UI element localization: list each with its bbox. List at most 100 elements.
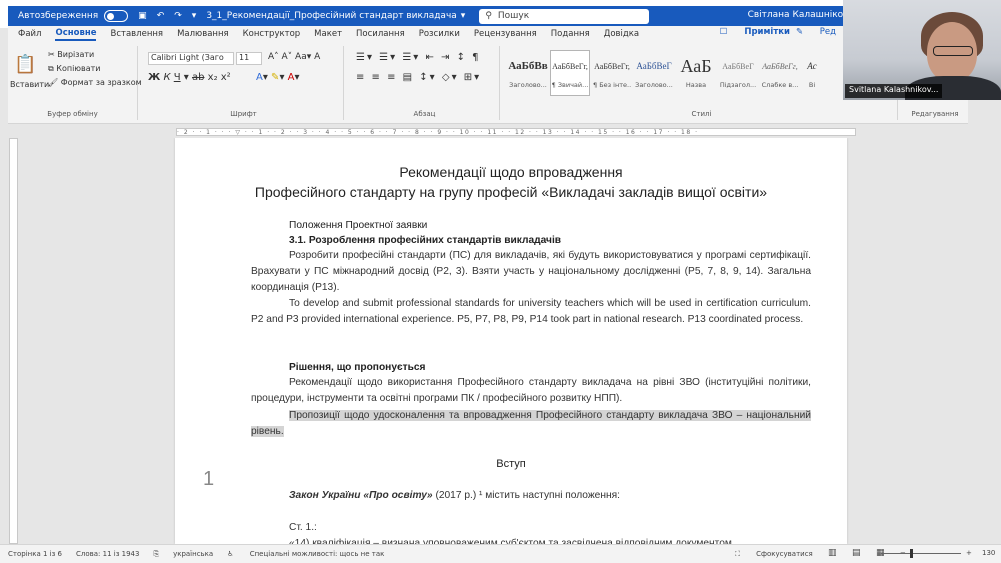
tab-references[interactable]: Посилання — [356, 29, 405, 39]
read-mode-icon[interactable]: ▥ — [828, 548, 837, 558]
redo-icon[interactable]: ↷ — [174, 11, 182, 21]
style-sample: АаБбВеГг, — [762, 61, 798, 71]
horizontal-ruler-bar[interactable]: · 2 · · 1 · · · ▽ · · 1 · · 2 · · 3 · · … — [176, 128, 856, 136]
print-layout-icon[interactable]: ▤ — [852, 548, 861, 558]
section-heading: Положення Проектної заявки — [289, 220, 428, 231]
focus-button[interactable]: ⛶ Сфокусуватися — [735, 550, 827, 559]
tab-home[interactable]: Основне — [55, 28, 97, 41]
vertical-ruler-bar[interactable] — [9, 138, 18, 544]
paragraph-ua: Розробити професійні стандарти (ПС) для … — [251, 248, 811, 296]
solution-paragraph-1: Рекомендації щодо використання Професійн… — [251, 375, 811, 407]
tab-file[interactable]: Файл — [18, 29, 41, 39]
style-sample: АаБбВеГ — [636, 61, 672, 71]
tab-review[interactable]: Рецензування — [474, 29, 537, 39]
scissors-icon: ✂ — [48, 50, 58, 59]
font-size-select[interactable]: 11 — [236, 52, 262, 65]
document-canvas[interactable]: Рекомендації щодо впровадження Професійн… — [20, 138, 968, 544]
zoom-slider[interactable] — [881, 553, 961, 554]
undo-icon[interactable]: ↶ — [157, 11, 165, 21]
subsection-heading: 3.1. Розроблення професійних стандартів … — [289, 235, 562, 246]
zoom-in-icon[interactable]: + — [966, 549, 972, 557]
style-sample: АаБ — [680, 55, 712, 76]
document-page[interactable]: Рекомендації щодо впровадження Професійн… — [175, 138, 847, 544]
save-icon[interactable]: ▣ — [138, 11, 147, 21]
style-title-item[interactable]: АаБ Назва — [676, 50, 716, 96]
style-subtle-emphasis-item[interactable]: АаБбВеГг, Слабке в... — [760, 50, 800, 96]
paragraph-group: ☰▾ ☰▾ ☰▾ ⇤ ⇥ ↕ ¶ ≡ ≡ ≡ ▤ ↕▾ ◇▾ ⊞▾ Абзац — [350, 46, 500, 120]
qat-more-icon[interactable]: ▾ — [192, 11, 197, 21]
font-name-select[interactable]: Calibri Light (Заго — [148, 52, 234, 65]
comment-icon: ☐ — [719, 27, 731, 37]
cut-label: Вирізати — [57, 50, 95, 59]
style-sample: АаБбВв — [508, 60, 548, 72]
comments-button[interactable]: ☐ Примітки — [720, 27, 804, 37]
style-name: Заголово... — [635, 81, 673, 89]
document-title-line2: Професійного стандарту на групу професій… — [254, 184, 768, 200]
language-indicator[interactable]: українська — [173, 550, 213, 558]
format-painter-button[interactable]: 🖌 Формат за зразком — [48, 78, 142, 87]
paragraph-ua-text: Розробити професійні стандарти (ПС) для … — [251, 250, 811, 293]
tab-help[interactable]: Довідка — [604, 29, 639, 39]
focus-label: Сфокусуватися — [756, 550, 813, 558]
selected-text[interactable]: Пропозиції щодо удосконалення та впровад… — [251, 410, 811, 437]
cut-button[interactable]: ✂ Вирізати — [48, 50, 94, 59]
tab-draw[interactable]: Малювання — [177, 29, 229, 39]
user-name[interactable]: Світлана Калашнікова — [748, 10, 854, 20]
editing-label: Ред — [819, 27, 836, 37]
search-box[interactable]: ⚲ Пошук — [479, 8, 650, 24]
document-title[interactable]: 3_1_Рекомендації_Професійний стандарт ви… — [206, 11, 456, 21]
alignment-buttons[interactable]: ≡ ≡ ≡ ▤ ↕▾ ◇▾ ⊞▾ — [356, 72, 481, 83]
word-count[interactable]: Слова: 11 із 1943 — [76, 550, 139, 558]
format-painter-label: Формат за зразком — [60, 78, 142, 87]
font-size-controls[interactable]: A˄ A˅ Aa▾ A — [268, 52, 320, 62]
pencil-icon: ✎ — [795, 27, 806, 37]
chevron-down-icon[interactable]: ▾ — [461, 11, 466, 21]
brush-icon: 🖌 — [48, 78, 61, 87]
style-sample: АаБбВеГ — [722, 61, 754, 71]
solution-heading: Рішення, що пропонується — [289, 362, 426, 373]
style-subtitle-item[interactable]: АаБбВеГ Підзагол... — [718, 50, 758, 96]
editing-button[interactable]: ✎ Ред — [796, 27, 850, 37]
video-participant-tile[interactable]: Svitlana Kalashnikov... — [843, 0, 1001, 100]
tab-design[interactable]: Конструктор — [243, 29, 301, 39]
styles-group: АаБбВв Заголово... АаБбВеГг, ¶ Звичай...… — [506, 46, 898, 120]
styles-gallery[interactable]: АаБбВв Заголово... АаБбВеГг, ¶ Звичай...… — [508, 50, 824, 100]
style-name: Слабке в... — [761, 81, 799, 89]
ribbon: 📋 Вставити ✂ Вирізати ⧉ Копіювати 🖌 Форм… — [8, 42, 968, 124]
accessibility-status[interactable]: ♿ Спеціальні можливості: щось не так — [227, 550, 398, 558]
article-text: «14) кваліфікація – визнана уповноважени… — [289, 538, 732, 544]
styles-group-label: Стилі — [691, 110, 712, 118]
tab-mailings[interactable]: Розсилки — [419, 29, 460, 39]
zoom-level[interactable]: 130 — [982, 549, 995, 557]
participant-name: Svitlana Kalashnikov... — [845, 84, 943, 98]
comments-label: Примітки — [744, 27, 790, 37]
font-format-buttons[interactable]: Ж К Ч ▾ ab x₂ x² — [148, 72, 231, 83]
style-sample: Ac — [807, 61, 817, 71]
page-count[interactable]: Сторінка 1 із 6 — [8, 550, 62, 558]
status-bar: Сторінка 1 із 6 Слова: 11 із 1943 ⎘ укра… — [0, 544, 1001, 563]
participant-glasses — [933, 46, 973, 56]
law-rest: (2017 р.) ¹ містить наступні положення: — [432, 490, 620, 501]
focus-icon: ⛶ — [735, 550, 743, 558]
copy-button[interactable]: ⧉ Копіювати — [48, 64, 101, 74]
proofing-icon[interactable]: ⎘ — [153, 550, 159, 559]
style-normal-item[interactable]: АаБбВеГг, ¶ Звичай... — [550, 50, 590, 96]
font-color-buttons[interactable]: A▾ ✎▾ A▾ — [256, 72, 300, 83]
autosave-toggle[interactable] — [104, 10, 129, 22]
style-more-item[interactable]: Ac Ві — [802, 50, 822, 96]
tab-insert[interactable]: Вставлення — [110, 29, 163, 39]
paste-button[interactable]: Вставити — [10, 80, 49, 89]
style-heading2-item[interactable]: АаБбВеГ Заголово... — [634, 50, 674, 96]
paste-icon[interactable]: 📋 — [14, 54, 36, 75]
list-buttons[interactable]: ☰▾ ☰▾ ☰▾ ⇤ ⇥ ↕ ¶ — [356, 52, 481, 63]
tab-layout[interactable]: Макет — [314, 29, 342, 39]
vertical-ruler — [8, 138, 20, 544]
zoom-slider-thumb[interactable] — [910, 549, 913, 558]
style-no-spacing-item[interactable]: АаБбВеГг, ¶ Без інте... — [592, 50, 632, 96]
solution-paragraph-2: Пропозиції щодо удосконалення та впровад… — [251, 408, 811, 440]
style-heading-item[interactable]: АаБбВв Заголово... — [508, 50, 548, 96]
copy-label: Копіювати — [56, 64, 101, 73]
editing-group-label: Редагування — [911, 110, 959, 118]
tab-view[interactable]: Подання — [551, 29, 590, 39]
style-sample: АаБбВеГг, — [552, 61, 588, 71]
